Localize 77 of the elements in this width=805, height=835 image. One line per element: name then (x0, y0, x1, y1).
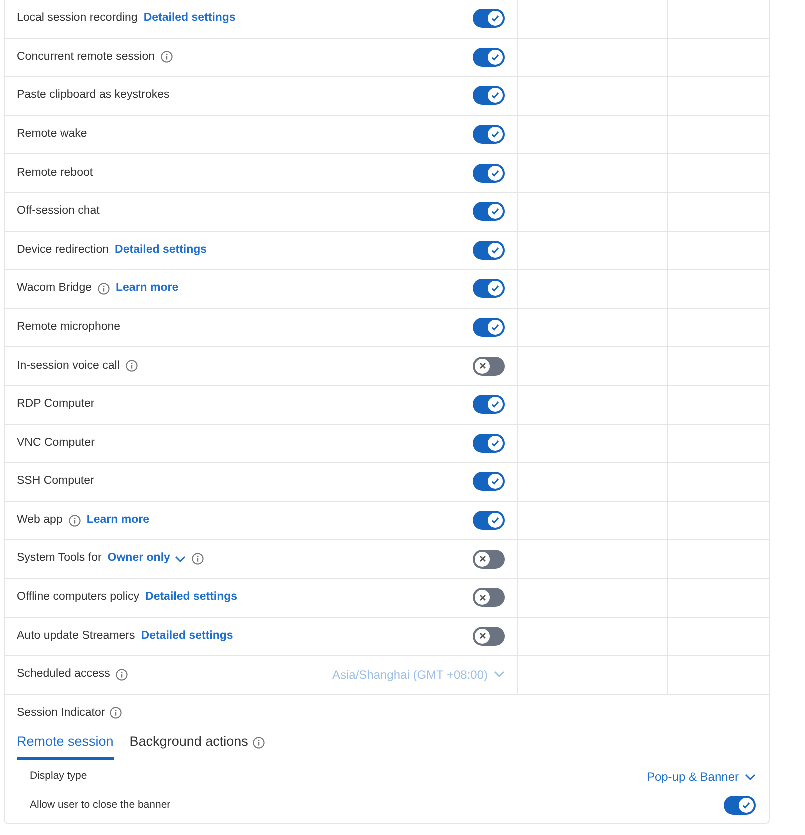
toggle-switch[interactable] (473, 86, 505, 106)
setting-label: Remote microphone (17, 320, 121, 335)
toggle-switch[interactable] (724, 796, 756, 816)
toggle-switch[interactable] (473, 434, 505, 453)
check-icon (491, 284, 500, 294)
toggle-switch[interactable] (473, 511, 505, 530)
check-icon (491, 246, 500, 255)
setting-label: Offline computers policy (17, 590, 140, 606)
setting-label: Remote wake (17, 126, 88, 142)
setting-label: Web app (17, 512, 63, 528)
toggle-switch[interactable] (473, 626, 505, 646)
setting-label: Allow user to close the banner (30, 798, 171, 813)
setting-label: Display type (30, 769, 88, 784)
toggle-switch[interactable] (473, 318, 505, 338)
setting-label: In-session voice call (17, 358, 120, 374)
check-icon (491, 52, 500, 62)
close-icon (478, 555, 486, 564)
check-icon (491, 323, 500, 332)
setting-label: RDP Computer (17, 397, 95, 412)
setting-label: VNC Computer (17, 436, 95, 451)
toggle-switch[interactable] (473, 279, 505, 298)
link[interactable]: Detailed settings (141, 628, 234, 645)
link[interactable]: Learn more (116, 280, 179, 298)
info-icon (192, 553, 204, 566)
setting-label: Scheduled access (17, 667, 110, 682)
check-icon (742, 801, 751, 810)
toggle-switch[interactable] (473, 395, 505, 414)
link[interactable]: Detailed settings (146, 589, 238, 606)
check-icon (491, 438, 500, 448)
toggle-switch[interactable] (473, 240, 505, 260)
link[interactable]: Detailed settings (144, 10, 236, 28)
check-icon (491, 91, 500, 100)
chevron-down-icon (494, 671, 505, 678)
check-icon (491, 168, 500, 178)
info-icon (110, 707, 122, 720)
setting-label: System Tools for (17, 551, 102, 566)
check-icon (491, 516, 500, 526)
check-icon (491, 477, 500, 486)
role-dropdown[interactable]: Owner only (108, 550, 186, 568)
info-icon (161, 51, 174, 64)
check-icon (491, 207, 500, 216)
setting-label: Paste clipboard as keystrokes (17, 88, 170, 104)
check-icon (491, 14, 500, 24)
toggle-switch[interactable] (473, 472, 505, 492)
close-icon (478, 594, 486, 602)
toggle-switch[interactable] (473, 550, 505, 569)
setting-label: SSH Computer (17, 474, 94, 490)
setting-label: Remote reboot (17, 166, 94, 181)
toggle-switch[interactable] (473, 588, 505, 608)
toggle-switch[interactable] (473, 9, 505, 28)
chevron-down-icon (745, 774, 756, 781)
link[interactable]: Detailed settings (115, 242, 208, 259)
close-icon (478, 362, 486, 370)
setting-label: Local session recording (17, 11, 138, 26)
section-title: Session Indicator (17, 706, 106, 721)
toggle-switch[interactable] (473, 202, 505, 222)
info-icon (126, 360, 138, 372)
toggle-switch[interactable] (473, 48, 505, 67)
link[interactable]: Learn more (86, 512, 150, 530)
select-dropdown[interactable]: Pop-up & Banner (646, 768, 756, 786)
toggle-switch[interactable] (473, 164, 505, 183)
tab[interactable]: Background actions (130, 732, 248, 760)
check-icon (491, 130, 500, 140)
setting-label: Device redirection (17, 242, 110, 258)
close-icon (478, 632, 486, 640)
info-icon (68, 514, 81, 527)
setting-label: Wacom Bridge (17, 281, 92, 296)
setting-label: Auto update Streamers (17, 628, 136, 644)
setting-label: Concurrent remote session (17, 50, 156, 65)
chevron-down-icon (175, 556, 186, 563)
setting-label: Off-session chat (17, 204, 100, 220)
toggle-switch[interactable] (473, 125, 505, 144)
tab[interactable]: Remote session (17, 732, 114, 760)
info-icon (98, 282, 110, 295)
info-icon (116, 668, 128, 681)
check-icon (491, 400, 500, 410)
toggle-switch[interactable] (473, 356, 505, 376)
